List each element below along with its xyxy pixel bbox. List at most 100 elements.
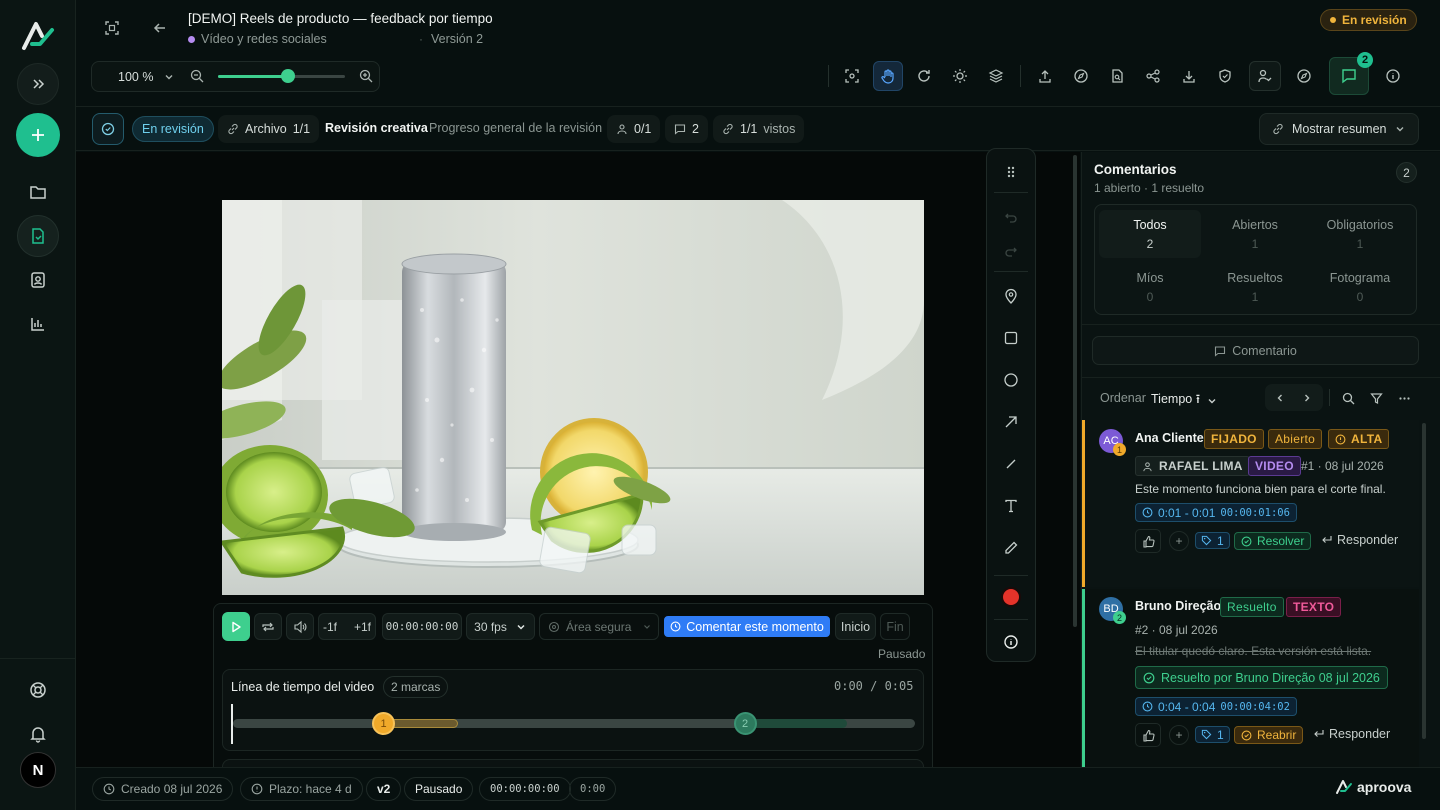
filter-tab[interactable]: Abiertos 1	[1204, 210, 1306, 258]
like-button[interactable]	[1135, 723, 1161, 747]
comments-count-badge: 2	[1357, 52, 1373, 68]
show-summary-button[interactable]: Mostrar resumen	[1259, 113, 1420, 145]
color-picker[interactable]	[995, 581, 1027, 613]
nav-reviews[interactable]	[17, 215, 59, 257]
new-button[interactable]	[16, 113, 60, 157]
prev-comment-button[interactable]	[1270, 388, 1290, 408]
timeline-track[interactable]: 1 2	[233, 712, 915, 735]
redo-button[interactable]	[995, 235, 1027, 267]
text-tool[interactable]	[995, 490, 1027, 522]
tag-icon	[1201, 535, 1212, 546]
reviewers-button[interactable]	[1249, 61, 1281, 91]
file-chip[interactable]: Archivo 1/1	[218, 115, 320, 143]
focus-mode-button[interactable]	[101, 17, 123, 39]
filter-tab[interactable]: Míos 0	[1099, 263, 1201, 311]
filter-tab[interactable]: Todos 2	[1099, 210, 1201, 258]
tool-info-button[interactable]	[995, 626, 1027, 658]
reopen-button[interactable]: Reabrir	[1234, 726, 1304, 744]
video-frame[interactable]	[222, 200, 924, 595]
play-button[interactable]	[222, 612, 250, 641]
safe-area-select[interactable]: Área segura	[539, 613, 659, 640]
help-button[interactable]	[17, 669, 59, 711]
rectangle-tool[interactable]	[995, 322, 1027, 354]
viewer-scrollbar[interactable]	[1073, 155, 1077, 627]
layers-icon	[988, 68, 1004, 84]
timeline-marker-2[interactable]: 2	[733, 712, 757, 735]
zoom-in-button[interactable]	[358, 68, 374, 84]
filter-count: 2	[1146, 236, 1154, 251]
nav-folders[interactable]	[17, 171, 59, 213]
reviewers-chip[interactable]: 0/1	[607, 115, 661, 143]
security-button[interactable]	[1211, 62, 1239, 90]
search-comments-button[interactable]	[1339, 389, 1357, 407]
nav-contacts[interactable]	[17, 259, 59, 301]
time-range-chip[interactable]: 0:01 - 0:01 00:00:01:06	[1135, 503, 1297, 522]
comment-moment-button[interactable]: Comentar este momento	[664, 616, 830, 637]
fps-value: 30 fps	[474, 619, 507, 634]
circle-tool[interactable]	[995, 364, 1027, 396]
more-options-button[interactable]	[1395, 389, 1413, 407]
footer-brand[interactable]: aproova	[1335, 779, 1411, 795]
set-end-button[interactable]: Fin	[880, 613, 910, 640]
review-progress-label: Progreso general de la revisión	[429, 121, 603, 135]
file-search-button[interactable]	[1103, 62, 1131, 90]
timeline-marker-1[interactable]: 1	[372, 712, 396, 735]
reply-button[interactable]: Responder	[1321, 533, 1398, 547]
filter-comments-button[interactable]	[1367, 389, 1385, 407]
sort-select[interactable]: Tiempo ⭱	[1151, 390, 1218, 411]
upload-button[interactable]	[1031, 62, 1059, 90]
add-reaction-button[interactable]: +	[1169, 531, 1189, 551]
share-button[interactable]	[1139, 62, 1167, 90]
undo-button[interactable]	[995, 201, 1027, 233]
line-tool[interactable]	[995, 448, 1027, 480]
drag-handle[interactable]	[995, 156, 1027, 188]
user-avatar[interactable]: N	[20, 752, 56, 788]
zoom-slider[interactable]	[218, 69, 345, 83]
back-button[interactable]	[149, 17, 171, 39]
volume-button[interactable]	[286, 613, 314, 640]
comments-chip[interactable]: 2	[665, 115, 708, 143]
layers-button[interactable]	[982, 62, 1010, 90]
filter-tab[interactable]: Obligatorios 1	[1309, 210, 1411, 258]
tag-chip[interactable]: 1	[1195, 726, 1230, 743]
zoom-select[interactable]: 100 %	[104, 62, 179, 91]
viewed-chip[interactable]: 1/1 vistos	[713, 115, 805, 143]
info-button[interactable]	[1379, 62, 1407, 90]
step-back-button[interactable]: -1f	[323, 620, 337, 634]
zoom-slider-thumb[interactable]	[280, 69, 295, 83]
project-name: Vídeo y redes sociales	[201, 32, 327, 46]
refresh-button[interactable]	[910, 62, 938, 90]
notifications-button[interactable]	[17, 713, 59, 755]
loop-button[interactable]	[254, 613, 282, 640]
thumbs-up-icon	[1142, 729, 1155, 742]
download-button[interactable]	[1175, 62, 1203, 90]
add-comment-button[interactable]: Comentario	[1092, 336, 1419, 365]
reply-button[interactable]: Responder	[1313, 727, 1390, 741]
nav-reports[interactable]	[17, 303, 59, 345]
pen-tool[interactable]	[995, 532, 1027, 564]
app-logo[interactable]	[20, 20, 56, 52]
brightness-button[interactable]	[946, 62, 974, 90]
arrow-tool[interactable]	[995, 406, 1027, 438]
set-start-button[interactable]: Inicio	[835, 613, 876, 640]
time-range-chip[interactable]: 0:04 - 0:04 00:00:04:02	[1135, 697, 1297, 716]
like-button[interactable]	[1135, 529, 1161, 553]
filter-tab[interactable]: Fotograma 0	[1309, 263, 1411, 311]
filter-tab[interactable]: Resueltos 1	[1204, 263, 1306, 311]
pin-tool[interactable]	[995, 280, 1027, 312]
review-check-button[interactable]	[92, 113, 124, 145]
fit-button[interactable]	[838, 62, 866, 90]
comments-scrollbar[interactable]	[1422, 423, 1426, 739]
next-comment-button[interactable]	[1297, 388, 1317, 408]
navigate-button[interactable]	[1067, 62, 1095, 90]
expand-sidebar-button[interactable]	[17, 63, 59, 105]
pan-tool-button[interactable]	[873, 61, 903, 91]
fps-select[interactable]: 30 fps	[466, 613, 535, 640]
add-reaction-button[interactable]: +	[1169, 725, 1189, 745]
tag-chip[interactable]: 1	[1195, 532, 1230, 549]
explore-button[interactable]	[1290, 62, 1318, 90]
resolve-button[interactable]: Resolver	[1234, 532, 1312, 550]
step-forward-button[interactable]: +1f	[354, 620, 371, 634]
zoom-out-button[interactable]	[189, 68, 205, 84]
project-label[interactable]: Vídeo y redes sociales	[188, 32, 327, 46]
